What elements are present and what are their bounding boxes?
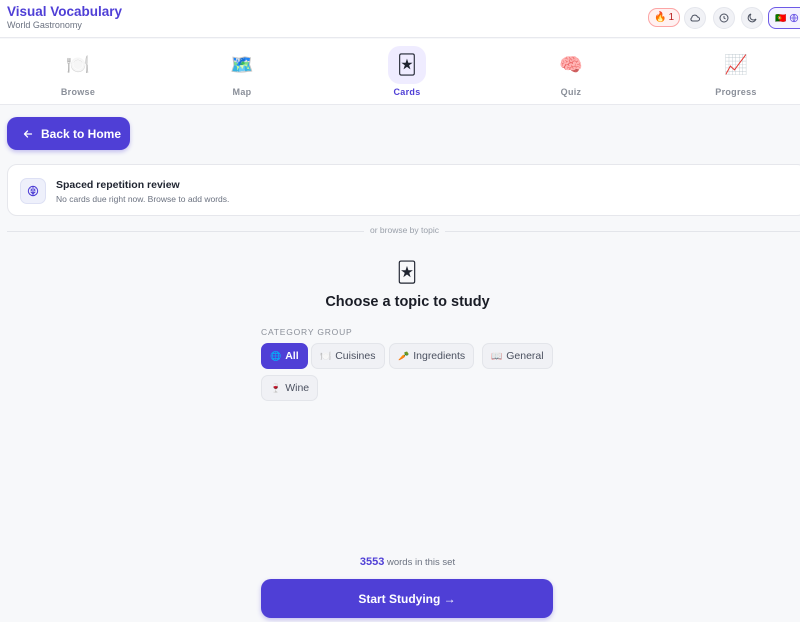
cards-icon: 🃏 bbox=[396, 262, 418, 284]
spaced-repetition-card[interactable]: Spaced repetition review No cards due ri… bbox=[7, 164, 800, 216]
cards-icon: 🃏 bbox=[388, 46, 426, 84]
nav-cards[interactable]: 🃏 Cards bbox=[362, 39, 452, 105]
map-icon: 🗺️ bbox=[230, 55, 254, 76]
nav-progress[interactable]: 📈 Progress bbox=[691, 39, 781, 105]
book-icon: 📖 bbox=[491, 350, 503, 361]
sync-button[interactable] bbox=[713, 7, 735, 29]
main-nav: 🍽️ Browse 🗺️ Map 🃏 Cards 🧠 Quiz 📈 Progre… bbox=[0, 39, 800, 105]
brain-icon: 🧠 bbox=[559, 55, 583, 76]
word-count-suffix: words in this set bbox=[387, 557, 456, 568]
app-subtitle: World Gastronomy bbox=[7, 20, 82, 30]
plate-icon: 🍽️ bbox=[320, 350, 332, 361]
carrot-icon: 🥕 bbox=[398, 350, 410, 361]
start-label: Start Studying → bbox=[358, 591, 456, 606]
streak-badge[interactable]: 🔥 1 bbox=[648, 8, 681, 27]
cloud-icon bbox=[690, 14, 700, 22]
sync-icon bbox=[719, 13, 729, 23]
chip-label: All bbox=[285, 350, 299, 362]
nav-quiz[interactable]: 🧠 Quiz bbox=[526, 39, 616, 105]
dark-mode-button[interactable] bbox=[741, 7, 763, 29]
wine-icon: 🍷 bbox=[270, 382, 282, 393]
flag-icon: 🇵🇹 bbox=[775, 12, 787, 23]
streak-count: 1 bbox=[668, 12, 675, 23]
globe-icon bbox=[790, 13, 799, 23]
chip-wine[interactable]: 🍷 Wine bbox=[261, 375, 319, 401]
chip-label: General bbox=[506, 350, 544, 362]
divider-label: or browse by topic bbox=[364, 225, 445, 235]
back-label: Back to Home bbox=[41, 126, 122, 141]
chip-cuisines[interactable]: 🍽️ Cuisines bbox=[311, 343, 385, 369]
globe-icon: 🌐 bbox=[270, 350, 282, 361]
chart-icon: 📈 bbox=[724, 55, 748, 76]
start-studying-button[interactable]: Start Studying → bbox=[261, 579, 553, 618]
chip-all[interactable]: 🌐 All bbox=[261, 343, 308, 369]
arrow-left-icon bbox=[23, 129, 33, 138]
chip-label: Cuisines bbox=[335, 350, 376, 362]
nav-label: Map bbox=[232, 87, 252, 97]
language-selector[interactable]: 🇵🇹 bbox=[768, 7, 800, 29]
chip-ingredients[interactable]: 🥕 Ingredients bbox=[389, 343, 475, 369]
nav-label: Browse bbox=[60, 87, 96, 97]
app-header: Visual Vocabulary World Gastronomy 🔥 1 🇵… bbox=[0, 0, 800, 38]
category-group-label: CATEGORY GROUP bbox=[261, 327, 353, 337]
word-count: 3553 words in this set bbox=[0, 556, 800, 568]
nav-label: Cards bbox=[393, 87, 421, 97]
app-title: Visual Vocabulary bbox=[7, 4, 123, 19]
srs-subtitle: No cards due right now. Browse to add wo… bbox=[56, 194, 230, 204]
fire-icon: 🔥 bbox=[654, 12, 667, 23]
nav-map[interactable]: 🗺️ Map bbox=[197, 39, 287, 105]
back-to-home-button[interactable]: Back to Home bbox=[7, 117, 130, 150]
cloud-button[interactable] bbox=[684, 7, 706, 29]
brain-icon bbox=[20, 178, 46, 204]
nav-browse[interactable]: 🍽️ Browse bbox=[33, 39, 123, 105]
topic-title: Choose a topic to study bbox=[325, 294, 490, 310]
chip-label: Wine bbox=[285, 382, 310, 394]
nav-label: Quiz bbox=[560, 87, 582, 97]
word-count-number: 3553 bbox=[359, 556, 385, 568]
chip-label: Ingredients bbox=[413, 350, 466, 362]
nav-label: Progress bbox=[715, 87, 757, 97]
plate-icon: 🍽️ bbox=[66, 55, 90, 76]
moon-icon bbox=[747, 13, 757, 23]
chip-general[interactable]: 📖 General bbox=[482, 343, 553, 369]
srs-title: Spaced repetition review bbox=[56, 179, 180, 191]
